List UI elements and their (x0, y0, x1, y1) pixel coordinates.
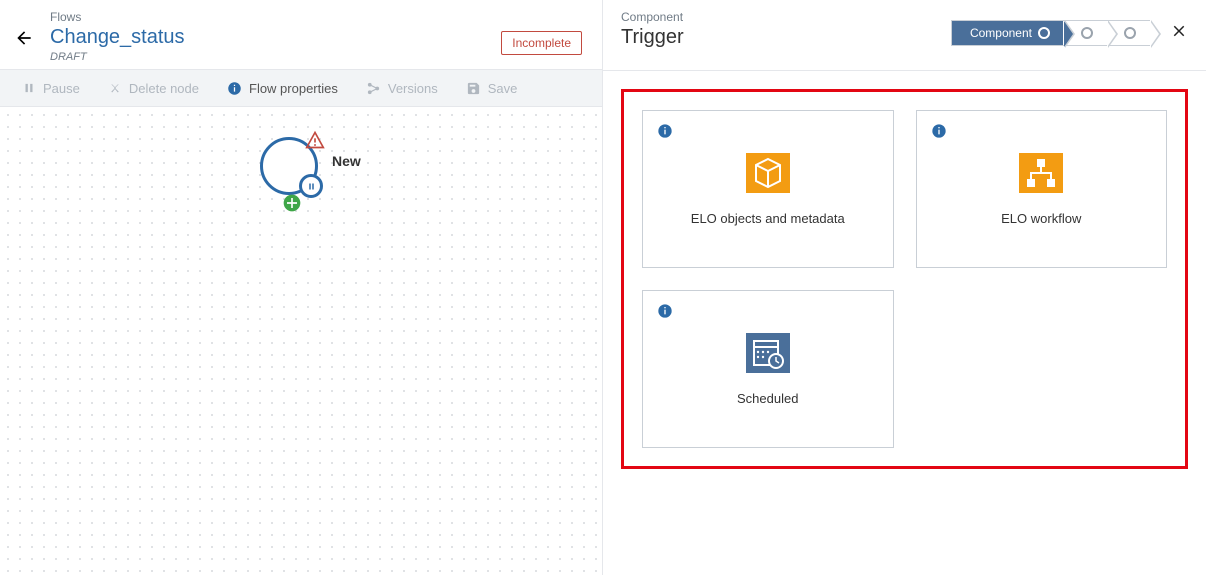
toolbar: Pause Delete node Flow properties Versio… (0, 69, 602, 107)
step-circle-icon (1081, 27, 1093, 39)
cube-icon (746, 153, 790, 193)
card-elo-objects[interactable]: ELO objects and metadata (642, 110, 894, 268)
toolbar-label: Delete node (129, 81, 199, 96)
component-header: Component Trigger Component (603, 0, 1206, 70)
info-icon (657, 303, 673, 319)
calendar-clock-icon (746, 333, 790, 373)
component-panel: Component Trigger Component (603, 0, 1206, 575)
card-label: Scheduled (737, 391, 798, 406)
workflow-icon (1019, 153, 1063, 193)
component-title: Trigger (621, 26, 951, 49)
flow-canvas[interactable]: New (0, 107, 602, 575)
stepper: Component (951, 20, 1150, 46)
arrow-left-icon (14, 28, 34, 48)
flow-properties-button[interactable]: Flow properties (213, 70, 352, 106)
info-icon (931, 123, 947, 139)
status-badge: Incomplete (501, 31, 582, 55)
info-icon (657, 123, 673, 139)
step-wrap: Component (951, 20, 1150, 46)
flow-eyebrow: Flows (50, 10, 501, 24)
card-info-button[interactable] (657, 303, 673, 322)
delete-node-button[interactable]: Delete node (94, 70, 213, 106)
versions-icon (366, 81, 381, 96)
close-panel-button[interactable] (1170, 22, 1188, 43)
component-body: ELO objects and metadata ELO workflow (603, 70, 1206, 575)
card-elo-workflow[interactable]: ELO workflow (916, 110, 1168, 268)
flow-panel: Flows Change_status DRAFT Incomplete Pau… (0, 0, 603, 575)
add-node-button[interactable] (282, 193, 302, 216)
component-selection-grid: ELO objects and metadata ELO workflow (621, 89, 1188, 469)
step-label: Component (970, 26, 1032, 40)
save-button[interactable]: Save (452, 70, 532, 106)
card-info-button[interactable] (657, 123, 673, 142)
pause-button[interactable]: Pause (8, 70, 94, 106)
card-info-button[interactable] (931, 123, 947, 142)
flow-header: Flows Change_status DRAFT Incomplete (0, 0, 602, 69)
flow-header-text: Flows Change_status DRAFT (50, 10, 501, 63)
node-pause-badge (299, 174, 323, 198)
toolbar-label: Flow properties (249, 81, 338, 96)
close-icon (108, 81, 122, 95)
component-eyebrow: Component (621, 10, 951, 24)
warning-icon (305, 130, 325, 153)
step-circle-icon (1038, 27, 1050, 39)
card-label: ELO objects and metadata (691, 211, 845, 226)
save-icon (466, 81, 481, 96)
toolbar-label: Pause (43, 81, 80, 96)
back-button[interactable] (14, 28, 34, 51)
toolbar-label: Versions (388, 81, 438, 96)
component-header-text: Component Trigger (621, 10, 951, 49)
close-icon (1170, 22, 1188, 40)
flow-title: Change_status (50, 26, 501, 49)
node-label: New (332, 153, 361, 169)
card-label: ELO workflow (1001, 211, 1081, 226)
step-component[interactable]: Component (952, 21, 1064, 45)
pause-icon (22, 81, 36, 95)
card-scheduled[interactable]: Scheduled (642, 290, 894, 448)
flow-subtitle: DRAFT (50, 51, 501, 63)
flow-node-new[interactable]: New (260, 137, 318, 195)
toolbar-label: Save (488, 81, 518, 96)
step-circle-icon (1124, 27, 1136, 39)
app-root: Flows Change_status DRAFT Incomplete Pau… (0, 0, 1206, 575)
info-icon (227, 81, 242, 96)
node-circle (260, 137, 318, 195)
versions-button[interactable]: Versions (352, 70, 452, 106)
